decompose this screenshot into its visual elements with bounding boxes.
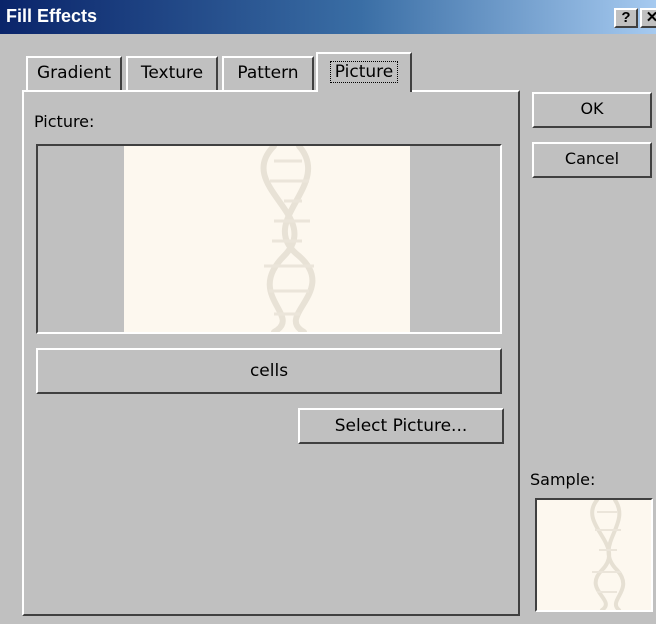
close-icon: ✕ — [645, 9, 656, 26]
tab-gradient[interactable]: Gradient — [26, 56, 122, 90]
picture-preview — [36, 144, 502, 334]
cancel-button[interactable]: Cancel — [532, 142, 652, 178]
ok-button[interactable]: OK — [532, 92, 652, 128]
tab-texture[interactable]: Texture — [126, 56, 218, 90]
close-button[interactable]: ✕ — [640, 8, 656, 28]
tab-pattern[interactable]: Pattern — [222, 56, 314, 90]
tab-picture[interactable]: Picture — [316, 52, 412, 92]
picture-label: Picture: — [34, 112, 95, 131]
sample-label: Sample: — [530, 470, 596, 489]
window-title: Fill Effects — [6, 6, 98, 26]
select-picture-button[interactable]: Select Picture... — [298, 408, 504, 444]
sample-dna-image — [590, 500, 626, 610]
tab-panel: Picture: cells Select Picture... — [22, 90, 520, 616]
dna-picture — [124, 146, 410, 332]
dna-helix-image — [260, 146, 316, 332]
help-button[interactable]: ? — [614, 8, 638, 28]
picture-name-field: cells — [36, 348, 502, 394]
title-bar: Fill Effects ? ✕ — [0, 0, 656, 34]
sample-preview — [535, 498, 653, 612]
tab-picture-label: Picture — [329, 61, 399, 83]
